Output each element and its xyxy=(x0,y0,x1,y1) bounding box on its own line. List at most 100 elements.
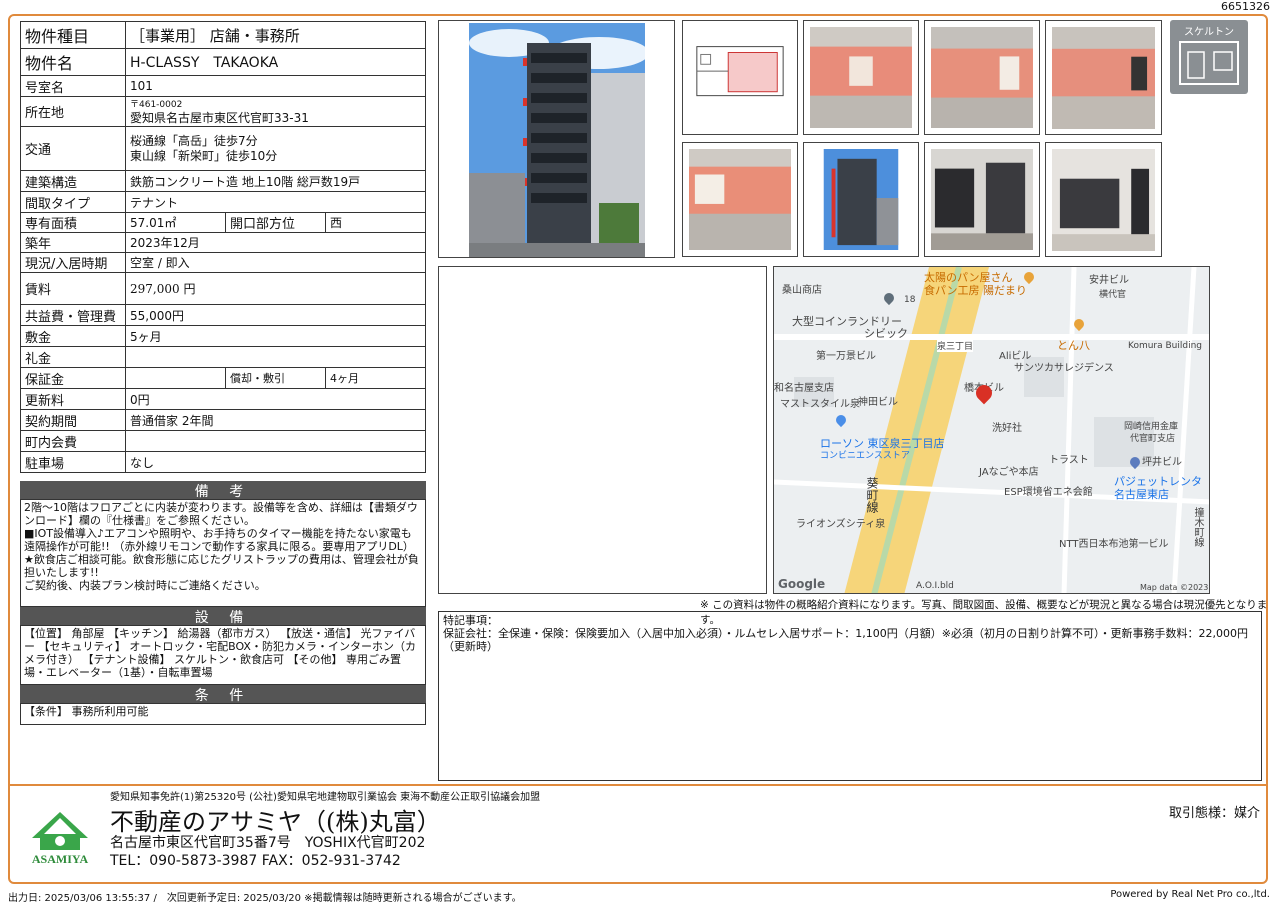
floor-plan-image xyxy=(689,27,791,129)
blank-panel xyxy=(438,266,767,594)
name-label: 物件名 xyxy=(20,48,126,76)
map-label-tsuboi: 坪井ビル xyxy=(1142,457,1182,468)
map-label-ja: JAなごや本店 xyxy=(979,467,1039,478)
map-road-aoimachi: 葵町線 xyxy=(865,477,879,513)
guarantee-value xyxy=(125,367,226,389)
amort-label: 償却・敷引 xyxy=(225,367,326,389)
key-money-label: 礼金 xyxy=(20,346,126,368)
postal-code: 〒461-0002 xyxy=(130,99,183,110)
interior-image-2 xyxy=(931,27,1033,129)
powered-by: Powered by Real Net Pro co.,ltd. xyxy=(1110,889,1270,900)
skeleton-badge: スケルトン xyxy=(1170,20,1248,94)
address-label: 所在地 xyxy=(20,96,126,127)
renewal-value: 0円 xyxy=(125,388,426,410)
entrance-photo[interactable] xyxy=(924,142,1040,257)
house-logo-icon xyxy=(32,812,88,850)
remarks-heading: 備 考 xyxy=(20,481,426,500)
map-label-yokodaikan: 横代官 xyxy=(1099,290,1127,300)
output-date: 出力日: 2025/03/06 13:55:37 / 次回更新予定日: 2025… xyxy=(8,893,522,904)
map-label-daiichi: 第一万景ビル xyxy=(816,351,876,362)
town-fee-label: 町内会費 xyxy=(20,430,126,452)
map-label-kuwayama: 桑山商店 xyxy=(782,285,822,296)
deposit-value: 5ヶ月 xyxy=(125,325,426,347)
transport-label: 交通 xyxy=(20,126,126,171)
map-label-suntsukasa: サンツカサレジデンス xyxy=(1014,363,1114,374)
special-notes-text: 保証会社：全保連・保険：保険要加入（入居中加入必須）・ルムセレ入居サポート：1,… xyxy=(443,627,1248,653)
interior-photo-4[interactable] xyxy=(682,142,798,257)
footer-divider xyxy=(10,784,1266,786)
map-label-ntt: NTT西日本布池第一ビル xyxy=(1059,539,1169,550)
map-label-tonpachi: とん八 xyxy=(1057,339,1090,352)
key-money-value xyxy=(125,346,426,368)
map-label-convenience: コンビニエンスストア xyxy=(820,451,910,461)
parking-value: なし xyxy=(125,451,426,473)
map-label-trust: トラスト xyxy=(1049,455,1089,466)
map-label-yasui: 安井ビル xyxy=(1089,275,1129,286)
transaction-type: 取引態様：媒介 xyxy=(1168,806,1260,821)
layout-value: テナント xyxy=(125,191,426,213)
logo-text: ASAMIYA xyxy=(31,852,89,866)
guarantee-label: 保証金 xyxy=(20,367,126,389)
interior-photo-1[interactable] xyxy=(803,20,919,135)
interior-photo-2[interactable] xyxy=(924,20,1040,135)
area-value: 57.01㎡ xyxy=(125,212,226,233)
exterior-photo-2[interactable] xyxy=(803,142,919,257)
area-label: 専有面積 xyxy=(20,212,126,233)
type-label: 物件種目 xyxy=(20,21,126,49)
remarks-text: 2階～10階はフロアごとに内装が変わります。設備等を含め、詳細は【書類ダウンロー… xyxy=(20,499,426,607)
contract-label: 契約期間 xyxy=(20,409,126,431)
equipment-text: 【位置】 角部屋 【キッチン】 給湯器（都市ガス） 【放送・通信】 光ファイバー… xyxy=(20,625,426,685)
skeleton-room-icon xyxy=(1179,41,1239,85)
map-label-senkousha: 洗好社 xyxy=(992,423,1022,434)
skeleton-badge-label: スケルトン xyxy=(1184,27,1234,38)
company-address: 名古屋市東区代官町35番7号 YOSHIX代官町202 xyxy=(110,835,426,851)
amort-value: 4ヶ月 xyxy=(325,367,426,389)
parking-label: 駐車場 xyxy=(20,451,126,473)
map-label-izumi3: 泉三丁目 xyxy=(937,339,974,352)
rent-value: 297,000 円 xyxy=(125,272,426,305)
map-label-lions: ライオンズシティ泉 xyxy=(796,519,886,530)
renewal-label: 更新料 xyxy=(20,388,126,410)
structure-label: 建築構造 xyxy=(20,170,126,192)
interior-image-4 xyxy=(689,149,791,251)
layout-label: 間取タイプ xyxy=(20,191,126,213)
interior-photo-3[interactable] xyxy=(1045,20,1162,135)
contract-value: 普通借家 2年間 xyxy=(125,409,426,431)
room-label: 号室名 xyxy=(20,75,126,97)
built-label: 築年 xyxy=(20,232,126,253)
exterior-image-2 xyxy=(810,149,912,251)
mailbox-image xyxy=(1052,149,1155,251)
structure-value: 鉄筋コンクリート造 地上10階 総戸数19戸 xyxy=(125,170,426,192)
interior-image-1 xyxy=(810,27,912,129)
conditions-heading: 条 件 xyxy=(20,685,426,704)
map-label-komura: Komura Building xyxy=(1128,341,1203,351)
document-id: 6651326 xyxy=(1221,0,1270,13)
building-exterior-photo[interactable] xyxy=(438,20,675,258)
status-value: 空室 / 即入 xyxy=(125,252,426,273)
special-notes-box: 特記事項： 保証会社：全保連・保険：保険要加入（入居中加入必須）・ルムセレ入居サ… xyxy=(438,611,1262,781)
map-label-civic: シビック xyxy=(864,327,908,340)
map-road-shumoku: 撞木町線 xyxy=(1192,507,1203,547)
map-label-masutosutairu: マストスタイル泉 xyxy=(780,399,860,410)
fee-label: 共益費・管理費 xyxy=(20,304,126,326)
map-label-budget-2: 名古屋東店 xyxy=(1114,488,1169,501)
map-label-bakery-2: 食パン工房 陽だまり xyxy=(924,284,1027,297)
built-value: 2023年12月 xyxy=(125,232,426,253)
floor-plan-thumbnail[interactable] xyxy=(682,20,798,135)
company-phone: TEL：090-5873-3987 FAX：052-931-3742 xyxy=(110,853,401,869)
map-attribution: Map data ©2023 xyxy=(1140,583,1209,592)
mailbox-photo[interactable] xyxy=(1045,142,1162,257)
name-value: H-CLASSY TAKAOKA xyxy=(125,48,426,76)
room-value: 101 xyxy=(125,75,426,97)
location-map[interactable]: 桑山商店 太陽のパン屋さん 食パン工房 陽だまり 安井ビル 横代官 大型コインラ… xyxy=(773,266,1210,594)
company-logo: ASAMIYA xyxy=(24,808,96,866)
map-label-daikancho-branch: 代官町支店 xyxy=(1130,434,1176,444)
transport-line-1: 桜通線「高岳」徒歩7分 xyxy=(130,133,258,148)
special-notes-heading: 特記事項： xyxy=(443,614,498,627)
map-label-nagoya-branch: 和名古屋支店 xyxy=(774,383,834,394)
map-route-number: 18 xyxy=(904,295,916,305)
address-value: 愛知県名古屋市東区代官町33-31 xyxy=(130,110,309,125)
map-label-esp: ESP環境省エネ会館 xyxy=(1004,487,1093,498)
property-info-table: 物件種目 ［事業用］ 店舗・事務所 物件名 H-CLASSY TAKAOKA 号… xyxy=(20,21,426,473)
conditions-text: 【条件】 事務所利用可能 xyxy=(20,703,426,725)
